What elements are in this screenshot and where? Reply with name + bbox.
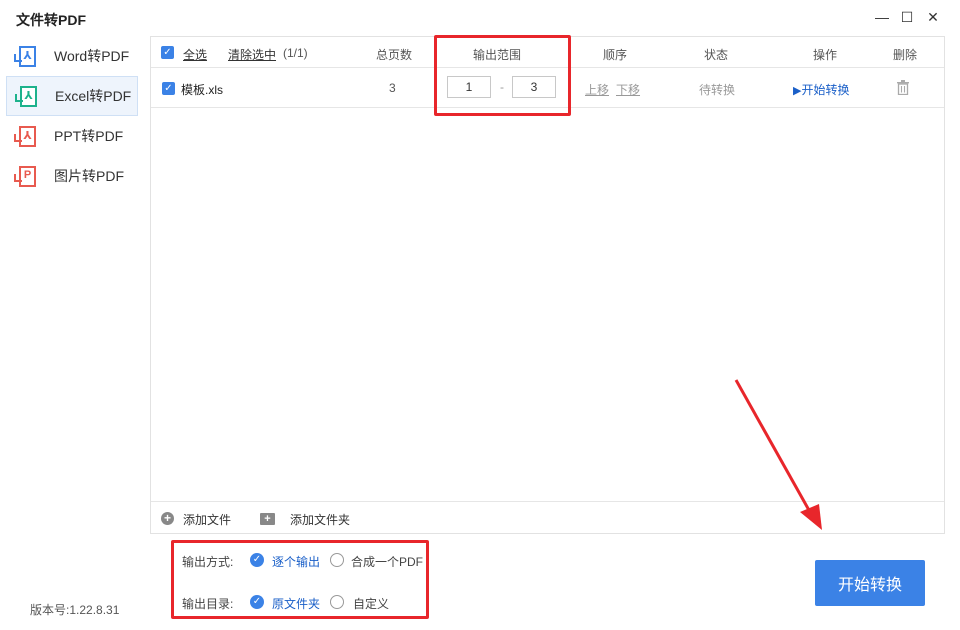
dir-custom-label[interactable]: 自定义: [353, 595, 389, 612]
sidebar: ⅄ Word转PDF ⅄ Excel转PDF ⅄ PPT转PDF P 图片转PD…: [6, 36, 138, 196]
header-pages: 总页数: [376, 48, 413, 62]
page-count: 3: [389, 81, 396, 95]
minimize-icon[interactable]: —: [873, 8, 891, 26]
sidebar-item-label: PPT转PDF: [54, 128, 124, 144]
dir-source-label[interactable]: 原文件夹: [272, 595, 320, 612]
close-icon[interactable]: ✕: [924, 8, 942, 26]
app-title: 文件转PDF: [16, 12, 86, 28]
sidebar-item-ppt[interactable]: ⅄ PPT转PDF: [6, 116, 138, 156]
sidebar-item-label: Word转PDF: [54, 48, 130, 64]
header-order: 顺序: [603, 48, 628, 62]
title-bar: 文件转PDF — ☐ ✕: [0, 0, 960, 36]
range-separator: -: [500, 80, 504, 94]
row-start-label: 开始转换: [801, 83, 850, 97]
mode-merge-radio[interactable]: [330, 553, 344, 567]
move-up-link[interactable]: 上移: [585, 81, 609, 98]
output-mode-label: 输出方式:: [182, 555, 234, 569]
image-pdf-icon: P: [14, 164, 38, 188]
add-file-icon[interactable]: +: [161, 512, 174, 525]
sidebar-item-excel[interactable]: ⅄ Excel转PDF: [6, 76, 138, 116]
sidebar-item-image[interactable]: P 图片转PDF: [6, 156, 138, 196]
panel-footer: + 添加文件 + 添加文件夹: [151, 501, 944, 533]
mode-each-radio[interactable]: ✓: [250, 553, 264, 567]
sidebar-item-label: 图片转PDF: [54, 168, 124, 184]
table-row: ✓ 模板.xls 3 1 - 3 上移 下移 待转换 ▶开始转换: [151, 68, 944, 108]
start-convert-button[interactable]: 开始转换: [815, 560, 925, 606]
maximize-icon[interactable]: ☐: [898, 8, 916, 26]
file-name: 模板.xls: [181, 83, 224, 97]
add-folder-button[interactable]: 添加文件夹: [290, 511, 350, 528]
select-all-checkbox[interactable]: ✓: [161, 46, 174, 59]
header-range: 输出范围: [473, 48, 522, 62]
mode-merge-label[interactable]: 合成一个PDF: [351, 553, 423, 570]
range-from-input[interactable]: 1: [447, 76, 491, 98]
add-folder-icon[interactable]: +: [260, 513, 275, 525]
header-action: 操作: [813, 48, 838, 62]
row-checkbox[interactable]: ✓: [162, 82, 175, 95]
table-header: ✓ 全选 清除选中 (1/1) 总页数 输出范围 顺序 状态 操作 删除: [151, 37, 944, 68]
row-start-button[interactable]: ▶开始转换: [793, 81, 849, 98]
move-down-link[interactable]: 下移: [616, 81, 640, 98]
header-delete: 删除: [893, 48, 918, 62]
header-status: 状态: [704, 48, 729, 62]
select-all-link[interactable]: 全选: [183, 46, 207, 63]
sidebar-item-word[interactable]: ⅄ Word转PDF: [6, 36, 138, 76]
output-dir-label: 输出目录:: [182, 597, 234, 611]
add-file-button[interactable]: 添加文件: [183, 511, 231, 528]
trash-icon[interactable]: [896, 80, 910, 98]
clear-selection-link[interactable]: 清除选中: [228, 46, 276, 63]
version-label: 版本号:1.22.8.31: [30, 603, 120, 617]
ppt-pdf-icon: ⅄: [14, 124, 38, 148]
dir-custom-radio[interactable]: [330, 595, 344, 609]
dir-source-radio[interactable]: ✓: [250, 595, 264, 609]
selection-count: (1/1): [283, 46, 308, 60]
mode-each-label[interactable]: 逐个输出: [272, 553, 320, 570]
sidebar-item-label: Excel转PDF: [55, 88, 132, 104]
file-list-panel: ✓ 全选 清除选中 (1/1) 总页数 输出范围 顺序 状态 操作 删除 ✓ 模…: [150, 36, 945, 534]
excel-pdf-icon: ⅄: [15, 84, 39, 108]
range-to-input[interactable]: 3: [512, 76, 556, 98]
status-badge: 待转换: [699, 83, 736, 97]
word-pdf-icon: ⅄: [14, 44, 38, 68]
